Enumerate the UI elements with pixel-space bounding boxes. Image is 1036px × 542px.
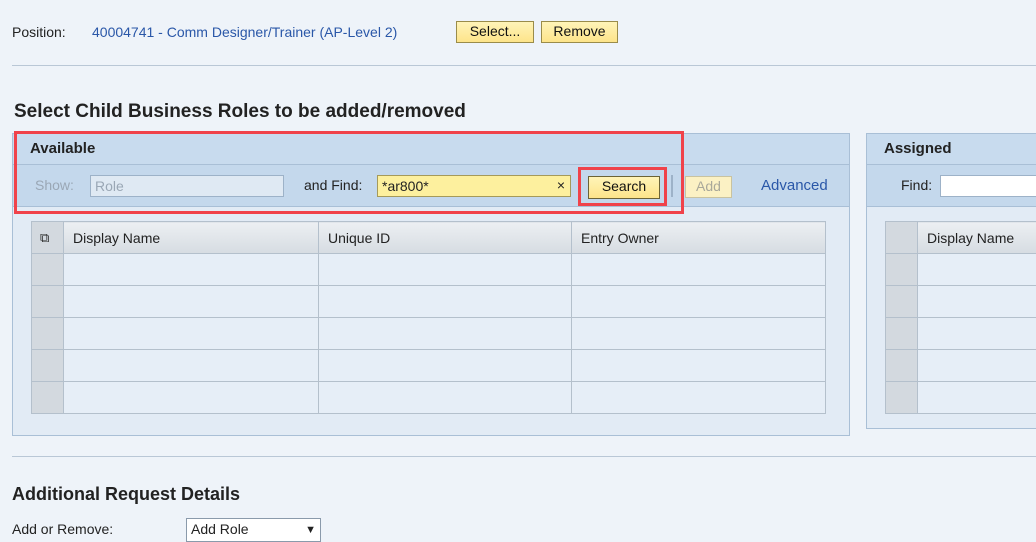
assigned-panel: Assigned Find: Display Name bbox=[866, 133, 1036, 429]
assigned-table: Display Name bbox=[885, 221, 1036, 414]
divider bbox=[12, 65, 1036, 66]
table-row[interactable] bbox=[885, 253, 1036, 286]
assigned-toolbar: Find: bbox=[867, 165, 1036, 207]
table-row[interactable] bbox=[885, 285, 1036, 318]
column-entry-owner[interactable]: Entry Owner bbox=[571, 221, 826, 254]
table-row[interactable] bbox=[31, 253, 826, 286]
column-display-name[interactable]: Display Name bbox=[63, 221, 319, 254]
remove-button[interactable]: Remove bbox=[541, 21, 618, 43]
section-title: Select Child Business Roles to be added/… bbox=[14, 101, 466, 122]
assigned-title: Assigned bbox=[867, 134, 1036, 165]
assigned-find-label: Find: bbox=[901, 177, 933, 193]
additional-title: Additional Request Details bbox=[12, 484, 241, 504]
column-chooser-icon[interactable]: ⧉ bbox=[31, 221, 64, 254]
divider bbox=[12, 456, 1036, 457]
table-row[interactable] bbox=[31, 317, 826, 350]
table-row[interactable] bbox=[885, 381, 1036, 414]
chevron-down-icon: ▼ bbox=[305, 524, 316, 536]
search-highlight-box bbox=[578, 167, 667, 206]
advanced-link[interactable]: Advanced bbox=[761, 177, 828, 194]
assigned-find-input[interactable] bbox=[940, 175, 1036, 197]
position-link[interactable]: 40004741 - Comm Designer/Trainer (AP-Lev… bbox=[92, 24, 397, 40]
add-remove-select[interactable]: Add Role ▼ bbox=[186, 518, 321, 542]
column-display-name[interactable]: Display Name bbox=[917, 221, 1036, 254]
add-remove-label: Add or Remove: bbox=[12, 521, 114, 537]
select-button[interactable]: Select... bbox=[456, 21, 534, 43]
column-unique-id[interactable]: Unique ID bbox=[318, 221, 572, 254]
table-row[interactable] bbox=[31, 285, 826, 318]
table-row[interactable] bbox=[31, 349, 826, 382]
available-table: ⧉ Display Name Unique ID Entry Owner bbox=[31, 221, 826, 414]
table-row[interactable] bbox=[31, 381, 826, 414]
position-label: Position: bbox=[12, 24, 66, 40]
table-row[interactable] bbox=[885, 317, 1036, 350]
table-row[interactable] bbox=[885, 349, 1036, 382]
add-remove-value: Add Role bbox=[191, 521, 249, 537]
add-button: Add bbox=[685, 176, 732, 198]
